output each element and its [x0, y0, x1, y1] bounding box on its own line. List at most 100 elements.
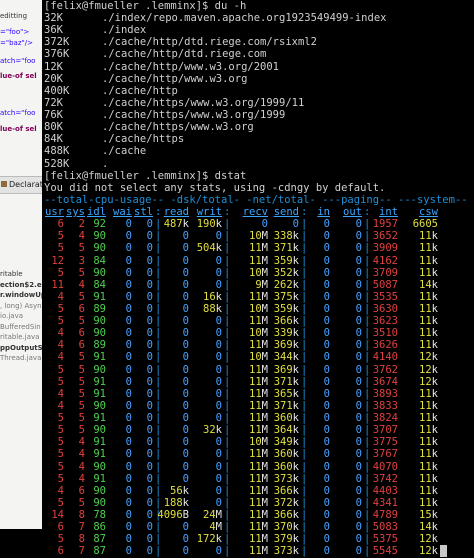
cell-sys: 5: [78, 424, 85, 437]
cell-csw: 11k: [419, 399, 438, 412]
cell-usr: 5: [57, 303, 64, 315]
cell-wai: 0: [125, 218, 132, 231]
ide-panel-line[interactable]: ppOutputSt: [0, 343, 42, 353]
cell-usr: 5: [57, 436, 64, 449]
cell-sys: 8: [78, 533, 85, 546]
terminal-window[interactable]: [felix@fmueller .lemminx]$ du -h 32K ./in…: [42, 0, 474, 558]
prompt-dstat: [felix@fmueller .lemminx]$ dstat: [44, 169, 247, 182]
cell-send: 366k: [273, 484, 299, 497]
cell-in: 0: [323, 218, 330, 231]
ide-panel-line[interactable]: ection$2.exe: [0, 280, 42, 290]
cell-recv: 10M: [249, 303, 268, 315]
cell-in: 0: [323, 290, 330, 303]
column-header-send: send: [273, 206, 299, 219]
cell-int: 1957: [372, 218, 398, 231]
du-size: 76K: [44, 109, 63, 122]
cell-out: 0: [355, 484, 362, 497]
ide-panel-line[interactable]: BufferedSin: [0, 322, 41, 332]
cell-csw: 11k: [419, 290, 438, 303]
cell-read: 0: [182, 230, 189, 243]
cell-stl: 0: [146, 387, 153, 400]
cell-read: 0: [182, 533, 189, 546]
du-line: 372K ./cache/http/dtd.riege.com/rsixml2: [44, 36, 317, 48]
du-size: 12K: [44, 60, 63, 73]
cell-int: 3630: [372, 303, 398, 315]
column-separator: :: [224, 206, 231, 219]
cell-csw: 11k: [419, 242, 438, 255]
cell-usr: 6: [57, 521, 64, 534]
column-separator: |: [224, 363, 231, 376]
column-separator: |: [301, 496, 308, 509]
column-separator: |: [301, 448, 308, 461]
cell-csw: 11k: [419, 448, 438, 461]
column-separator: |: [301, 545, 308, 558]
ide-sidebar-fragment: editting ="foo"> ="baz"/> atch="foo lue-of s…: [0, 0, 42, 529]
column-header-recv: recv: [242, 206, 268, 219]
column-separator: |: [364, 242, 371, 255]
du-path: ./cache/https: [102, 133, 185, 146]
cell-out: 0: [355, 363, 362, 376]
cell-recv: 10M: [249, 230, 268, 243]
cell-wai: 0: [125, 521, 132, 534]
cell-stl: 0: [146, 290, 153, 303]
ide-panel-line[interactable]: ritable: [0, 269, 23, 279]
dstat-message: You did not select any stats, using -cdn…: [44, 181, 386, 194]
ide-panel-line[interactable]: ritable.java: [0, 332, 39, 342]
cell-int: 4162: [372, 254, 398, 267]
ide-panel-line[interactable]: r.windowUp: [0, 290, 42, 300]
cell-recv: 11M: [249, 290, 268, 303]
cell-usr: 6: [57, 218, 64, 231]
cell-int: 3893: [372, 387, 398, 400]
cell-send: 352k: [273, 266, 299, 279]
cell-idl: 91: [93, 387, 106, 400]
column-separator: |: [155, 278, 162, 291]
cell-recv: 10M: [249, 351, 268, 364]
column-header-stl: stl: [134, 206, 153, 219]
ide-code-line: lue-of sel: [0, 72, 37, 80]
cell-read: 0: [182, 351, 189, 364]
cell-out: 0: [355, 303, 362, 315]
column-separator: |: [224, 278, 231, 291]
cell-out: 0: [355, 254, 362, 267]
cell-send: 349k: [273, 436, 299, 449]
ide-panel-line[interactable]: io.java: [0, 311, 23, 321]
cell-idl: 89: [93, 339, 106, 352]
cell-sys: 5: [78, 496, 85, 509]
cell-csw: 11k: [419, 315, 438, 328]
cell-csw: 12k: [419, 351, 438, 364]
cell-wai: 0: [125, 412, 132, 425]
cell-out: 0: [355, 472, 362, 485]
cell-stl: 0: [146, 375, 153, 388]
cell-wai: 0: [125, 472, 132, 485]
column-separator: |: [155, 472, 162, 485]
cell-read: 0: [182, 472, 189, 485]
cell-int: 3510: [372, 327, 398, 340]
cell-csw: 12k: [419, 545, 438, 558]
cell-recv: 9M: [255, 278, 268, 291]
cell-out: 0: [355, 290, 362, 303]
column-separator: |: [364, 424, 371, 437]
cell-recv: 11M: [249, 399, 268, 412]
cell-idl: 91: [93, 351, 106, 364]
tab-declaration[interactable]: Declaratio: [0, 176, 42, 194]
cell-out: 0: [355, 339, 362, 352]
column-separator: |: [364, 521, 371, 534]
ide-panel-line[interactable]: , long) Asyn: [0, 301, 42, 311]
cell-in: 0: [323, 448, 330, 461]
cell-stl: 0: [146, 254, 153, 267]
cell-int: 3652: [372, 230, 398, 243]
cell-idl: 91: [93, 290, 106, 303]
cell-int: 3626: [372, 339, 398, 352]
du-line: 84K ./cache/https: [44, 133, 184, 145]
ide-panel-line[interactable]: Thread.java: [0, 353, 41, 363]
cell-send: 371k: [273, 242, 299, 255]
ide-code-line: lue-of sel: [0, 125, 37, 133]
column-separator: |: [364, 230, 371, 243]
cell-out: 0: [355, 387, 362, 400]
cell-idl: 91: [93, 412, 106, 425]
column-separator: |: [224, 460, 231, 473]
ide-code-line: atch="foo: [0, 57, 36, 65]
cell-writ: 0: [215, 315, 222, 328]
cell-usr: 4: [57, 399, 64, 412]
cell-wai: 0: [125, 290, 132, 303]
